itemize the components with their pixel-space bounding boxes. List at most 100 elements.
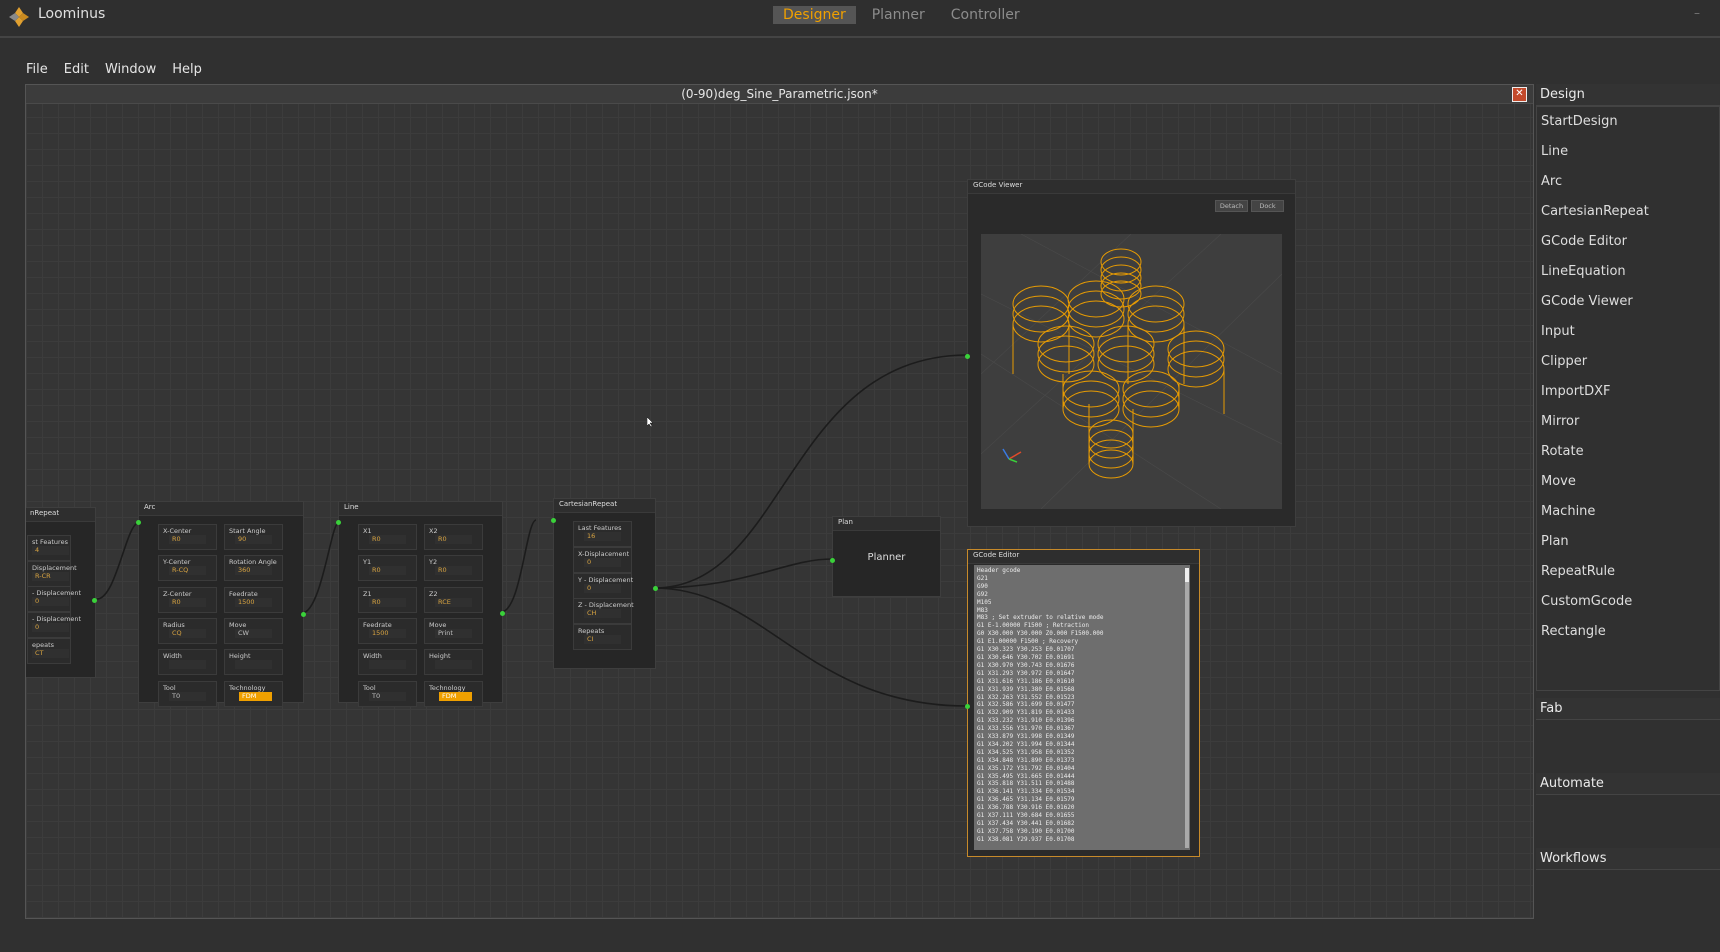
sidebar-item-arc[interactable]: Arc <box>1537 167 1719 197</box>
sidebar-item-customgcode[interactable]: CustomGcode <box>1537 587 1719 617</box>
sidebar-item-input[interactable]: Input <box>1537 317 1719 347</box>
scrollbar[interactable] <box>1185 568 1189 848</box>
sidebar-item-clipper[interactable]: Clipper <box>1537 347 1719 377</box>
field-z-center[interactable]: Z-Center R0 <box>158 587 217 613</box>
field-tool[interactable]: Tool T0 <box>158 681 217 707</box>
menu-edit[interactable]: Edit <box>62 62 91 77</box>
output-port[interactable] <box>500 611 505 616</box>
node-gcode-viewer[interactable]: GCode Viewer Detach Dock <box>965 179 1296 527</box>
field-height[interactable]: Height <box>424 649 483 675</box>
sidebar-item-machine[interactable]: Machine <box>1537 497 1719 527</box>
planner-label[interactable]: Planner <box>833 552 940 563</box>
tab-planner[interactable]: Planner <box>862 6 935 24</box>
field-value[interactable]: FDM <box>239 692 272 701</box>
field-value[interactable]: T0 <box>169 692 206 701</box>
field-value[interactable]: 90 <box>235 535 272 544</box>
field-value[interactable]: RCE <box>435 598 472 607</box>
field-value[interactable]: R0 <box>169 535 206 544</box>
field-value[interactable]: R0 <box>435 566 472 575</box>
gcode-text-area[interactable]: Header gcode G21 G90 G92 M105 M83 M83 ; Set ex… <box>974 565 1190 850</box>
node-cartesian-repeat-partial[interactable]: nRepeat st Features 4 Displacement R-CR … <box>26 507 97 678</box>
output-port[interactable] <box>92 598 97 603</box>
field-width[interactable]: Width <box>158 649 217 675</box>
menu-window[interactable]: Window <box>103 62 158 77</box>
tab-designer[interactable]: Designer <box>773 6 856 24</box>
field-repeats[interactable]: Repeats CI <box>573 624 632 650</box>
field-height[interactable]: Height <box>224 649 283 675</box>
sidebar-item-startdesign[interactable]: StartDesign <box>1537 107 1719 137</box>
field-value[interactable]: Print <box>435 629 472 638</box>
field-value[interactable]: 4 <box>32 546 69 555</box>
field-technology[interactable]: Technology FDM <box>224 681 283 707</box>
field-value[interactable]: R0 <box>169 598 206 607</box>
field-y1[interactable]: Y1 R0 <box>358 555 417 581</box>
sidebar-item-mirror[interactable]: Mirror <box>1537 407 1719 437</box>
field-value[interactable]: 16 <box>584 532 621 541</box>
field-x-displacement[interactable]: X-Displacement 0 <box>573 547 632 573</box>
field-last-features[interactable]: st Features 4 <box>27 535 71 561</box>
detach-button[interactable]: Detach <box>1215 200 1248 212</box>
field-value[interactable] <box>369 660 406 669</box>
field-value[interactable]: 1500 <box>369 629 406 638</box>
field-move[interactable]: Move CW <box>224 618 283 644</box>
menu-help[interactable]: Help <box>170 62 204 77</box>
field-last-features[interactable]: Last Features 16 <box>573 521 632 547</box>
field-z-displacement[interactable]: - Displacement 0 <box>27 612 81 638</box>
field-value[interactable]: 1500 <box>235 598 272 607</box>
field-rotation-angle[interactable]: Rotation Angle 360 <box>224 555 283 581</box>
sidebar-item-plan[interactable]: Plan <box>1537 527 1719 557</box>
field-technology[interactable]: Technology FDM <box>424 681 483 707</box>
section-design-header[interactable]: Design <box>1536 84 1720 106</box>
minimize-icon[interactable]: – <box>1694 6 1704 20</box>
field-value[interactable] <box>235 660 272 669</box>
input-port[interactable] <box>551 518 556 523</box>
section-automate-header[interactable]: Automate <box>1536 773 1720 795</box>
field-value[interactable]: 0 <box>32 597 69 606</box>
section-fab-header[interactable]: Fab <box>1536 698 1720 720</box>
sidebar-item-line[interactable]: Line <box>1537 137 1719 167</box>
node-canvas[interactable]: (0-90)deg_Sine_Parametric.json* ✕ nRepea… <box>25 84 1534 919</box>
sidebar-item-cartesianrepeat[interactable]: CartesianRepeat <box>1537 197 1719 227</box>
field-feedrate[interactable]: Feedrate 1500 <box>224 587 283 613</box>
field-radius[interactable]: Radius CQ <box>158 618 217 644</box>
field-value[interactable]: CH <box>584 609 621 618</box>
field-z-displacement[interactable]: Z - Displacement CH <box>573 598 634 624</box>
dock-button[interactable]: Dock <box>1251 200 1284 212</box>
field-x-displacement[interactable]: Displacement R-CR <box>27 561 77 587</box>
field-x2[interactable]: X2 R0 <box>424 524 483 550</box>
sidebar-item-lineequation[interactable]: LineEquation <box>1537 257 1719 287</box>
field-y-displacement[interactable]: Y - Displacement 0 <box>573 573 633 599</box>
field-y-center[interactable]: Y-Center R-CQ <box>158 555 217 581</box>
field-z2[interactable]: Z2 RCE <box>424 587 483 613</box>
field-move[interactable]: Move Print <box>424 618 483 644</box>
field-value[interactable]: 0 <box>32 623 69 632</box>
field-value[interactable] <box>169 660 206 669</box>
field-value[interactable]: 0 <box>584 558 621 567</box>
field-value[interactable]: R0 <box>435 535 472 544</box>
output-port[interactable] <box>301 612 306 617</box>
field-start-angle[interactable]: Start Angle 90 <box>224 524 283 550</box>
sidebar-item-move[interactable]: Move <box>1537 467 1719 497</box>
field-width[interactable]: Width <box>358 649 417 675</box>
field-value[interactable]: 360 <box>235 566 272 575</box>
field-value[interactable]: CQ <box>169 629 206 638</box>
sidebar-item-gcode-viewer[interactable]: GCode Viewer <box>1537 287 1719 317</box>
sidebar-item-rectangle[interactable]: Rectangle <box>1537 617 1719 647</box>
field-tool[interactable]: Tool T0 <box>358 681 417 707</box>
node-arc[interactable]: Arc X-Center R0 Start Angle 90 Y-Center R-C… <box>136 501 306 707</box>
field-value[interactable]: CI <box>584 635 621 644</box>
close-icon[interactable]: ✕ <box>1512 87 1527 102</box>
scrollbar-thumb[interactable] <box>1185 568 1189 582</box>
field-value[interactable]: R-CR <box>32 572 69 581</box>
field-z1[interactable]: Z1 R0 <box>358 587 417 613</box>
sidebar-item-importdxf[interactable]: ImportDXF <box>1537 377 1719 407</box>
field-y2[interactable]: Y2 R0 <box>424 555 483 581</box>
field-value[interactable]: FDM <box>439 692 472 701</box>
field-value[interactable]: R-CQ <box>169 566 206 575</box>
field-value[interactable]: CW <box>235 629 272 638</box>
3d-viewport[interactable] <box>981 234 1282 509</box>
field-value[interactable]: CT <box>32 649 69 658</box>
node-plan[interactable]: Plan Planner <box>830 516 941 597</box>
input-port[interactable] <box>336 520 341 525</box>
field-value[interactable]: R0 <box>369 598 406 607</box>
